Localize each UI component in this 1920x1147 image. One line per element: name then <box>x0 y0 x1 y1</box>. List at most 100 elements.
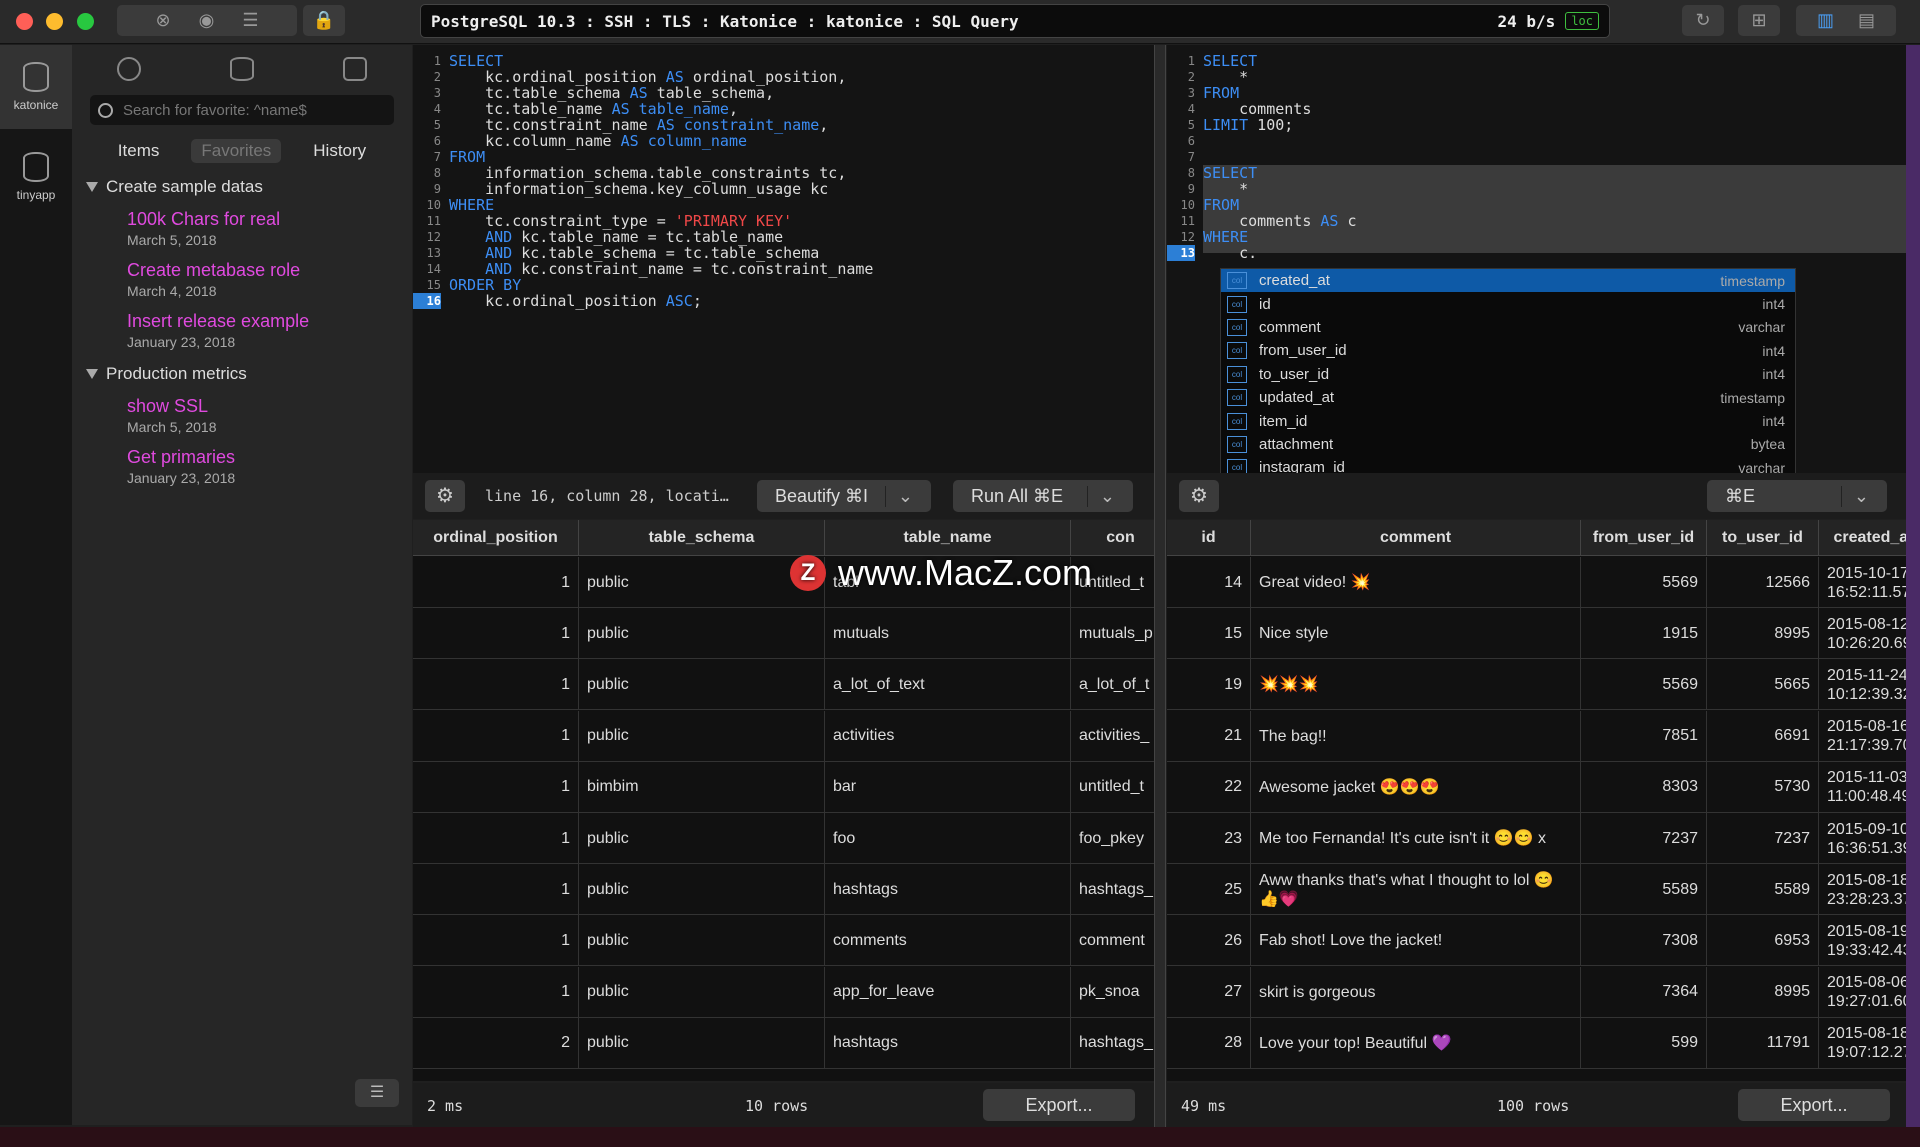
table-cell[interactable]: 1915 <box>1581 608 1707 660</box>
table-cell[interactable]: 5569 <box>1581 557 1707 608</box>
sql-icon[interactable] <box>343 57 368 81</box>
table-cell[interactable]: 7364 <box>1581 966 1707 1018</box>
table-row[interactable]: 1 public comments comment <box>413 915 1154 967</box>
autocomplete-item[interactable]: col comment varchar <box>1221 316 1795 339</box>
table-cell[interactable]: hashtags_ <box>1071 864 1154 915</box>
table-cell[interactable]: 19 <box>1167 659 1251 711</box>
table-row[interactable]: 21 The bag!! 7851 6691 2015-08-16 21:17:39.7… <box>1167 710 1906 762</box>
list-icon[interactable]: ☰ <box>242 10 258 31</box>
tab-favorites[interactable]: Favorites <box>191 139 282 163</box>
table-cell[interactable]: bimbim <box>579 761 825 813</box>
table-cell[interactable]: 8995 <box>1707 966 1819 1018</box>
table-cell[interactable]: 2015-08-16 21:17:39.707 <box>1819 711 1906 762</box>
connection-bar[interactable]: PostgreSQL 10.3 : SSH : TLS : Katonice :… <box>420 4 1610 38</box>
sidebar-right-icon[interactable]: ▤ <box>1858 10 1875 31</box>
favorite-item[interactable]: Get primaries January 23, 2018 <box>72 447 412 486</box>
autocomplete-item[interactable]: col updated_at timestamp <box>1221 386 1795 409</box>
gear-icon[interactable]: ⚙ <box>425 480 465 512</box>
table-row[interactable]: 28 Love your top! Beautiful 💜 599 11791 2015… <box>1167 1017 1906 1069</box>
table-cell[interactable]: 26 <box>1167 915 1251 967</box>
table-cell[interactable]: hashtags <box>825 1017 1071 1069</box>
column-header[interactable]: id <box>1167 520 1251 556</box>
table-cell[interactable]: 8995 <box>1707 608 1819 660</box>
table-row[interactable]: 1 public hashtags hashtags_ <box>413 864 1154 916</box>
table-row[interactable]: 25 Aww thanks that's what I thought to lo… <box>1167 864 1906 916</box>
table-row[interactable]: 19💥💥💥556956652015-11-24 10:12:39.322 <box>1167 659 1906 711</box>
table-row[interactable]: 23 Me too Fernanda! It's cute isn't it 😊😊… <box>1167 813 1906 864</box>
autocomplete-item[interactable]: col from_user_id int4 <box>1221 339 1795 362</box>
table-cell[interactable]: public <box>579 1017 825 1069</box>
table-cell[interactable]: 5589 <box>1581 864 1707 916</box>
column-header[interactable]: from_user_id <box>1581 520 1707 556</box>
column-header[interactable]: created_at <box>1819 520 1906 556</box>
table-cell[interactable]: 7237 <box>1581 813 1707 864</box>
grid-icon[interactable]: ⊞ <box>1738 5 1780 36</box>
table-row[interactable]: 27 skirt is gorgeous 7364 8995 2015-08-06 19… <box>1167 966 1906 1018</box>
table-row[interactable]: 1 public app_for_leave pk_snoa <box>413 966 1154 1018</box>
table-cell[interactable]: foo_pkey <box>1071 813 1154 864</box>
table-cell[interactable]: public <box>579 966 825 1018</box>
favorite-item[interactable]: Insert release example January 23, 2018 <box>72 311 412 350</box>
table-cell[interactable]: 14 <box>1167 557 1251 608</box>
table-cell[interactable]: 7308 <box>1581 915 1707 967</box>
tab-items[interactable]: Items <box>108 139 170 163</box>
gear-icon[interactable]: ⚙ <box>1179 480 1219 512</box>
table-cell[interactable]: 2015-08-06 19:27:01.601 <box>1819 967 1906 1018</box>
table-row[interactable]: 2 public hashtags hashtags_ <box>413 1017 1154 1069</box>
table-cell[interactable]: mutuals_p <box>1071 608 1154 659</box>
run-button[interactable]: ⌘E ⌄ <box>1707 480 1887 512</box>
table-cell[interactable]: Fab shot! Love the jacket! <box>1251 915 1581 967</box>
autocomplete-item[interactable]: col id int4 <box>1221 292 1795 315</box>
table-cell[interactable]: 1 <box>413 710 579 762</box>
table-cell[interactable]: skirt is gorgeous <box>1251 966 1581 1018</box>
tab-history[interactable]: History <box>303 139 376 163</box>
table-cell[interactable]: 💥💥💥 <box>1251 659 1581 711</box>
autocomplete-item[interactable]: col attachment bytea <box>1221 433 1795 456</box>
table-cell[interactable]: 1 <box>413 557 579 608</box>
stop-icon[interactable]: ⊗ <box>156 10 171 31</box>
lock-icon[interactable]: 🔒 <box>303 5 345 36</box>
autocomplete-item[interactable]: col created_at timestamp <box>1221 269 1795 293</box>
table-cell[interactable]: 1 <box>413 813 579 864</box>
favorite-group[interactable]: Create sample datas <box>72 177 412 197</box>
table-cell[interactable]: 7851 <box>1581 710 1707 762</box>
table-cell[interactable]: 21 <box>1167 710 1251 762</box>
table-cell[interactable]: Me too Fernanda! It's cute isn't it 😊😊 x <box>1251 813 1581 864</box>
table-cell[interactable]: 5589 <box>1707 864 1819 916</box>
connection-katonice[interactable]: katonice <box>0 45 72 129</box>
sidebar-left-icon[interactable]: ▥ <box>1817 10 1834 31</box>
close-window-button[interactable] <box>16 13 33 30</box>
favorite-item[interactable]: Create metabase role March 4, 2018 <box>72 260 412 299</box>
table-cell[interactable]: 1 <box>413 915 579 967</box>
table-cell[interactable]: comment <box>1071 915 1154 966</box>
chevron-down-icon[interactable]: ⌄ <box>1840 485 1869 507</box>
beautify-button[interactable]: Beautify ⌘I ⌄ <box>757 480 931 512</box>
table-cell[interactable]: 1 <box>413 864 579 916</box>
column-header[interactable]: ordinal_position <box>413 520 579 556</box>
table-cell[interactable]: hashtags <box>825 864 1071 916</box>
eye-icon[interactable]: ◉ <box>199 10 215 31</box>
table-cell[interactable]: 27 <box>1167 966 1251 1018</box>
autocomplete-item[interactable]: col to_user_id int4 <box>1221 363 1795 386</box>
table-cell[interactable]: public <box>579 813 825 864</box>
table-cell[interactable]: bar <box>825 761 1071 813</box>
table-cell[interactable]: 599 <box>1581 1017 1707 1069</box>
connection-tinyapp[interactable]: tinyapp <box>0 135 72 219</box>
table-cell[interactable]: public <box>579 710 825 762</box>
table-row[interactable]: 14 Great video! 💥 5569 12566 2015-10-17 16:5… <box>1167 557 1906 608</box>
table-cell[interactable]: a_lot_of_text <box>825 659 1071 711</box>
table-cell[interactable]: 22 <box>1167 761 1251 813</box>
export-button[interactable]: Export... <box>1738 1089 1890 1121</box>
table-cell[interactable]: 2015-10-17 16:52:11.573 <box>1819 557 1906 608</box>
table-cell[interactable]: 2015-11-24 10:12:39.322 <box>1819 659 1906 710</box>
table-cell[interactable]: Great video! 💥 <box>1251 557 1581 608</box>
table-cell[interactable]: The bag!! <box>1251 710 1581 762</box>
export-button[interactable]: Export... <box>983 1089 1135 1121</box>
column-header[interactable]: to_user_id <box>1707 520 1819 556</box>
table-cell[interactable]: pk_snoa <box>1071 967 1154 1018</box>
table-row[interactable]: 26 Fab shot! Love the jacket! 7308 6953 2015… <box>1167 915 1906 967</box>
table-cell[interactable]: 2 <box>413 1017 579 1069</box>
minimize-window-button[interactable] <box>46 13 63 30</box>
column-header[interactable]: comment <box>1251 520 1581 556</box>
chevron-down-icon[interactable]: ⌄ <box>1086 485 1115 507</box>
